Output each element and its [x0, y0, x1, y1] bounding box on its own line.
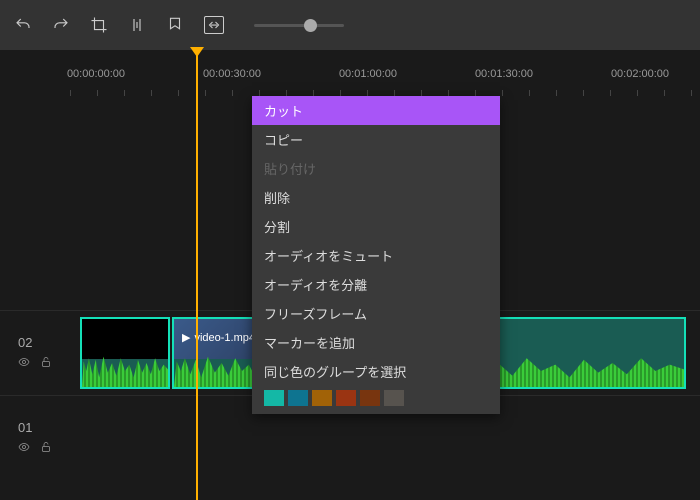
clip-name-label: ▶video-1.mp4 [182, 331, 255, 344]
color-swatch-row [252, 386, 500, 414]
playhead-handle-icon[interactable] [190, 47, 204, 57]
clip[interactable] [80, 317, 170, 389]
context-menu-paste: 貼り付け [252, 154, 500, 183]
color-swatch[interactable] [360, 390, 380, 406]
color-swatch[interactable] [288, 390, 308, 406]
playhead[interactable] [196, 55, 198, 500]
color-swatch[interactable] [264, 390, 284, 406]
ruler-tick: 00:01:30:00 [475, 68, 533, 80]
track-header: 01 [0, 420, 70, 456]
redo-icon[interactable] [52, 16, 70, 34]
context-menu: カット コピー 貼り付け 削除 分割 オーディオをミュート オーディオを分離 フ… [252, 96, 500, 414]
lock-icon[interactable] [40, 356, 52, 371]
ruler-tick: 00:00:30:00 [203, 68, 261, 80]
clip-thumbnail [82, 319, 168, 359]
track-label: 01 [18, 420, 70, 435]
toolbar [0, 0, 700, 50]
context-menu-select-same-color[interactable]: 同じ色のグループを選択 [252, 357, 500, 386]
context-menu-mute-audio[interactable]: オーディオをミュート [252, 241, 500, 270]
track-header: 02 [0, 335, 70, 371]
zoom-slider[interactable] [254, 24, 344, 27]
color-swatch[interactable] [384, 390, 404, 406]
zoom-slider-thumb[interactable] [304, 19, 317, 32]
context-menu-add-marker[interactable]: マーカーを追加 [252, 328, 500, 357]
clip-waveform [82, 355, 168, 387]
visibility-icon[interactable] [18, 356, 30, 371]
visibility-icon[interactable] [18, 441, 30, 456]
timeline-ruler[interactable]: 00:00:00:00 00:00:30:00 00:01:00:00 00:0… [0, 56, 700, 96]
context-menu-cut[interactable]: カット [252, 96, 500, 125]
context-menu-copy[interactable]: コピー [252, 125, 500, 154]
ruler-tick: 00:00:00:00 [67, 68, 125, 80]
undo-icon[interactable] [14, 16, 32, 34]
context-menu-delete[interactable]: 削除 [252, 183, 500, 212]
marker-icon[interactable] [166, 16, 184, 34]
color-swatch[interactable] [336, 390, 356, 406]
track-label: 02 [18, 335, 70, 350]
context-menu-split[interactable]: 分割 [252, 212, 500, 241]
fit-icon[interactable] [204, 16, 224, 34]
ruler-tick: 00:01:00:00 [339, 68, 397, 80]
context-menu-detach-audio[interactable]: オーディオを分離 [252, 270, 500, 299]
play-icon: ▶ [182, 331, 190, 344]
color-swatch[interactable] [312, 390, 332, 406]
crop-icon[interactable] [90, 16, 108, 34]
split-icon[interactable] [128, 16, 146, 34]
context-menu-freeze-frame[interactable]: フリーズフレーム [252, 299, 500, 328]
lock-icon[interactable] [40, 441, 52, 456]
ruler-tick: 00:02:00:00 [611, 68, 669, 80]
